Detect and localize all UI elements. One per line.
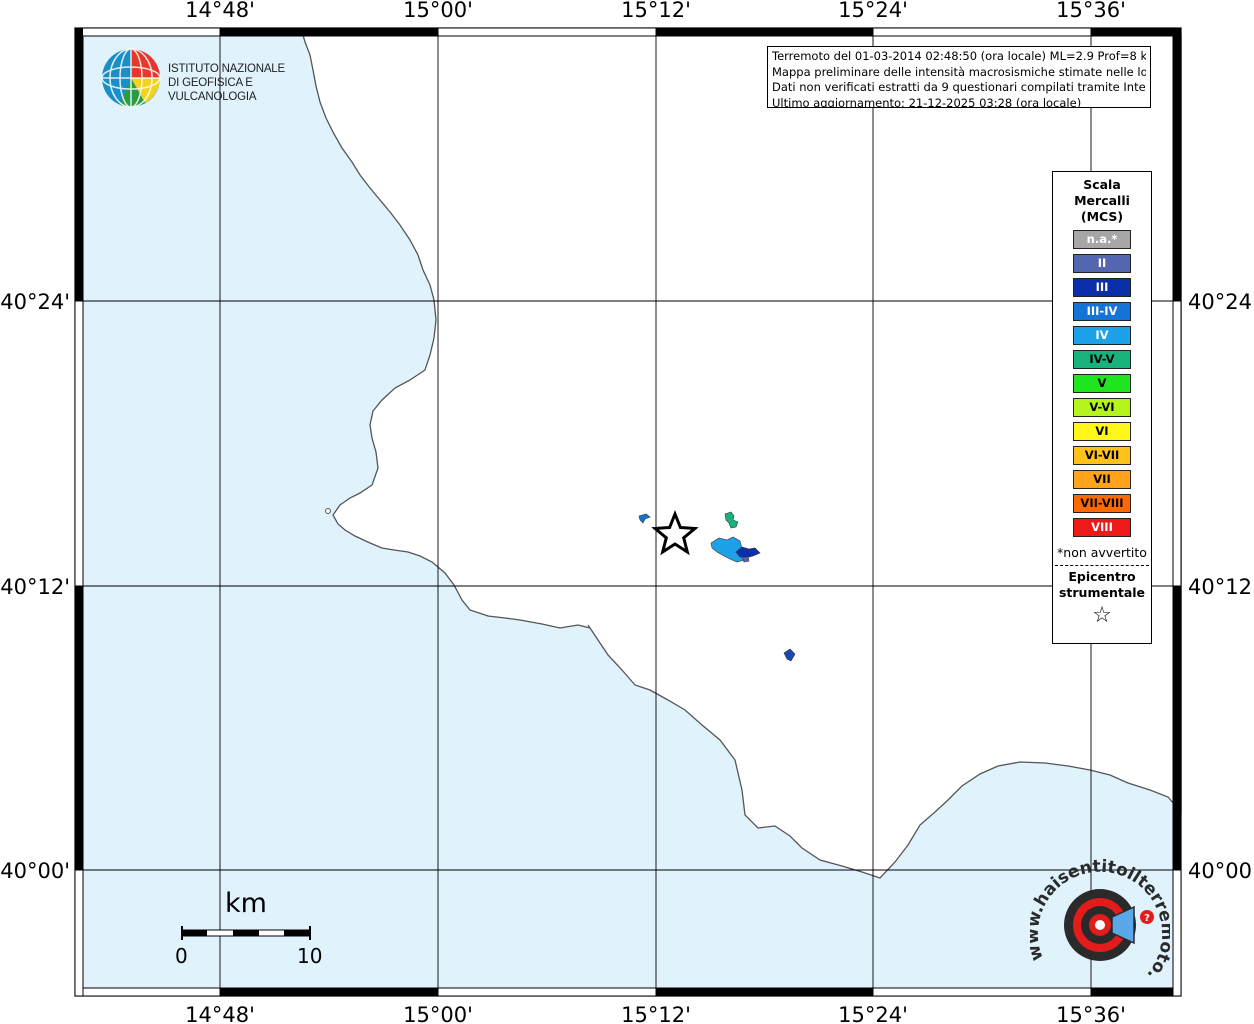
legend-item: VIII <box>1073 518 1131 537</box>
scale-bar: km 0 10 <box>170 888 330 968</box>
legend-epicenter-label: Epicentro strumentale <box>1053 569 1151 601</box>
ingv-logo: ISTITUTO NAZIONALE DI GEOFISICA E VULCAN… <box>100 47 330 111</box>
legend-item: III-IV <box>1073 302 1131 321</box>
legend-items: n.a.* II III III-IV IV IV-V V V-VI VI VI-VII VII VI… <box>1053 230 1151 537</box>
legend-epicenter-line: Epicentro <box>1068 569 1136 584</box>
lon-labels-bottom: 14°48' 15°00' 15°12' 15°24' 15°36' <box>185 1003 1126 1024</box>
lon-label: 15°36' <box>1056 1003 1126 1024</box>
seismometer-logo-icon: ? www.haisentitoilterremoto.it <box>1023 840 1177 984</box>
lon-label: 15°24' <box>838 1003 908 1024</box>
ingv-name-line2: DI GEOFISICA E VULCANOLOGIA <box>168 77 257 103</box>
legend-item: n.a.* <box>1073 230 1131 249</box>
event-info-box: Terremoto del 01-03-2014 02:48:50 (ora l… <box>767 46 1151 108</box>
ingv-name-line1: ISTITUTO NAZIONALE <box>168 63 285 75</box>
lon-label: 15°24' <box>838 0 908 22</box>
star-icon: ☆ <box>1092 603 1112 628</box>
svg-text:?: ? <box>1144 913 1150 924</box>
legend-item: V <box>1073 374 1131 393</box>
legend-item: III <box>1073 278 1131 297</box>
hst-logo: ? www.haisentitoilterremoto.it <box>1023 840 1177 995</box>
legend-divider <box>1055 565 1149 566</box>
lon-label: 15°12' <box>621 1003 691 1024</box>
lat-label: 40°12' <box>1188 575 1254 599</box>
lon-label: 14°48' <box>185 0 255 22</box>
event-info-line: Terremoto del 01-03-2014 02:48:50 (ora l… <box>772 49 1146 63</box>
legend-item: VII-VIII <box>1073 494 1131 513</box>
legend-item: VI-VII <box>1073 446 1131 465</box>
lat-label: 40°24' <box>0 290 70 314</box>
scale-unit: km <box>225 888 267 919</box>
lon-label: 15°00' <box>403 0 473 22</box>
lat-label: 40°24' <box>1188 290 1254 314</box>
event-info-line: Ultimo aggiornamento: 21-12-2025 03:28 (… <box>772 95 1082 108</box>
legend-item: II <box>1073 254 1131 273</box>
legend-title: Scala Mercalli (MCS) <box>1053 177 1151 225</box>
scale-start: 0 <box>175 944 188 968</box>
islet <box>325 508 331 514</box>
lon-label: 14°48' <box>185 1003 255 1024</box>
lat-label: 40°00' <box>0 859 70 883</box>
lat-labels-left: 40°24' 40°12' 40°00' <box>0 290 70 883</box>
lon-label: 15°00' <box>403 1003 473 1024</box>
lat-label: 40°00' <box>1188 859 1254 883</box>
legend-note: *non avvertito <box>1057 545 1147 560</box>
legend-title-line: (MCS) <box>1080 209 1124 224</box>
legend-item: V-VI <box>1073 398 1131 417</box>
event-info-line: Dati non verificati estratti da 9 questi… <box>772 80 1146 94</box>
globe-icon <box>101 48 161 108</box>
lon-labels-top: 14°48' 15°00' 15°12' 15°24' 15°36' <box>185 0 1126 22</box>
event-info-line: Mappa preliminare delle intensità macros… <box>772 64 1146 79</box>
legend-title-line: Mercalli <box>1074 193 1130 208</box>
lon-label: 15°12' <box>621 0 691 22</box>
legend-item: VII <box>1073 470 1131 489</box>
legend-item: IV-V <box>1073 350 1131 369</box>
lat-labels-right: 40°24' 40°12' 40°00' <box>1188 290 1254 883</box>
legend-item: IV <box>1073 326 1131 345</box>
scale-end: 10 <box>297 944 323 968</box>
lat-label: 40°12' <box>0 575 70 599</box>
lon-label: 15°36' <box>1056 0 1126 22</box>
scale-bar-graphic <box>181 926 311 940</box>
mcs-legend: Scala Mercalli (MCS) n.a.* II III III-IV IV I… <box>1052 171 1152 644</box>
legend-title-line: Scala <box>1083 177 1121 192</box>
legend-item: VI <box>1073 422 1131 441</box>
legend-epicenter-line: strumentale <box>1058 585 1146 600</box>
